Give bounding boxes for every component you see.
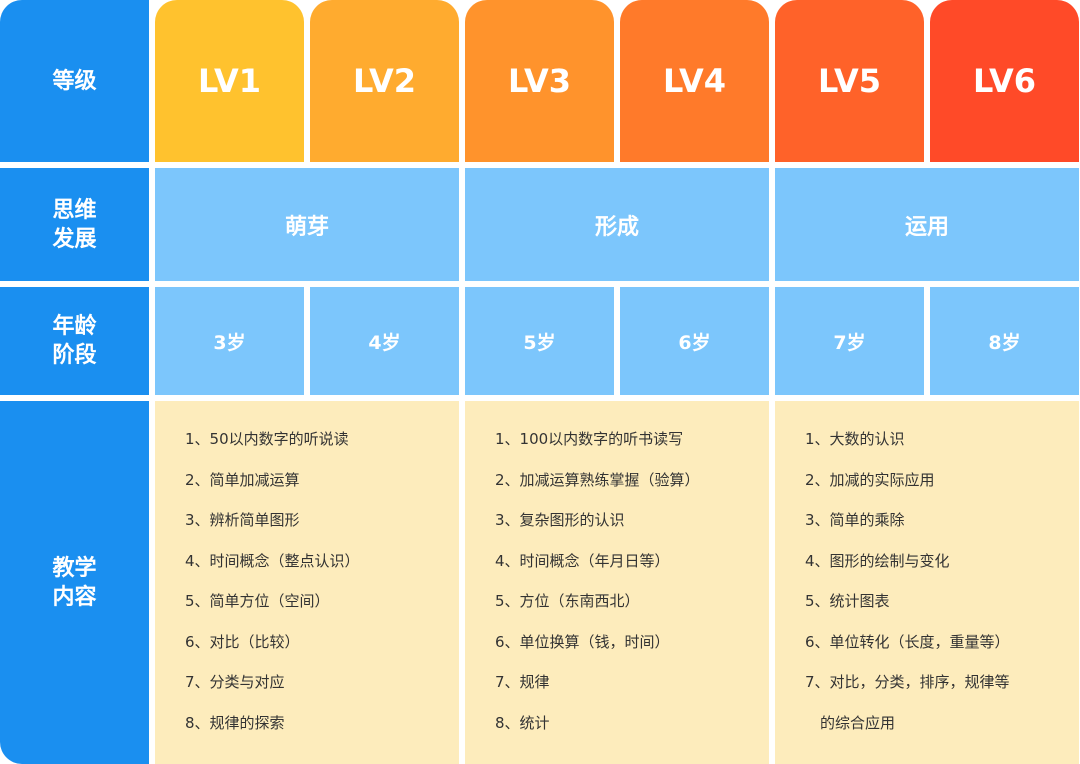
age-label: 4岁 (368, 331, 401, 354)
content-item: 7、规律 (495, 673, 550, 691)
content-item: 4、时间概念（年月日等） (495, 551, 670, 570)
content-item: 3、简单的乘除 (805, 511, 905, 529)
level-label: LV1 (197, 62, 261, 100)
content-item: 7、对比，分类，排序，规律等 (805, 673, 1010, 691)
stage-label: 形成 (594, 214, 639, 240)
age-label: 8岁 (988, 331, 1021, 354)
header-level-label: 等级 (52, 68, 97, 94)
age-cell-5: 7岁 (775, 287, 924, 395)
age-label: 3岁 (213, 331, 246, 354)
content-item: 2、加减的实际应用 (805, 470, 935, 489)
content-item: 6、单位转化（长度，重量等） (805, 632, 1010, 651)
content-item: 6、单位换算（钱，时间） (495, 632, 670, 651)
stage-label: 运用 (904, 214, 949, 240)
level-cell-2: LV2 (310, 0, 459, 162)
header-level: 等级 (0, 0, 149, 162)
stage-label: 萌芽 (284, 214, 329, 240)
level-label: LV5 (817, 62, 881, 100)
content-item: 1、100以内数字的听书读写 (495, 430, 684, 448)
level-cell-4: LV4 (620, 0, 769, 162)
header-teaching-line-2: 内容 (52, 584, 97, 610)
age-cell-6: 8岁 (930, 287, 1079, 395)
age-label: 7岁 (833, 331, 866, 354)
curriculum-table: 等级 LV1 LV2 LV3 LV4 LV5 LV6 思维 发展 萌芽 形成 运… (0, 0, 1080, 764)
level-label: LV6 (972, 62, 1036, 100)
level-cell-6: LV6 (930, 0, 1079, 162)
content-list: 1、100以内数字的听书读写 2、加减运算熟练掌握（验算） 3、复杂图形的认识 … (495, 429, 700, 753)
level-cell-3: LV3 (465, 0, 614, 162)
content-item: 3、辨析简单图形 (185, 511, 300, 529)
content-cell-3: 1、大数的认识 2、加减的实际应用 3、简单的乘除 4、图形的绘制与变化 5、统… (775, 401, 1079, 764)
content-item: 5、方位（东南西北） (495, 592, 640, 610)
header-thinking: 思维 发展 (0, 168, 149, 281)
content-item: 1、大数的认识 (805, 430, 905, 448)
content-item: 7、分类与对应 (185, 673, 285, 691)
level-cell-1: LV1 (155, 0, 304, 162)
content-cell-1: 1、50以内数字的听说读 2、简单加减运算 3、辨析简单图形 4、时间概念（整点… (155, 401, 459, 764)
content-item: 5、简单方位（空间） (185, 592, 330, 610)
content-item: 3、复杂图形的认识 (495, 511, 625, 529)
age-cell-3: 5岁 (465, 287, 614, 395)
age-label: 5岁 (523, 331, 556, 354)
content-item: 5、统计图表 (805, 592, 890, 610)
content-item: 8、统计 (495, 713, 550, 732)
stage-cell-2: 形成 (465, 168, 769, 281)
content-item: 8、规律的探索 (185, 713, 285, 732)
content-list: 1、大数的认识 2、加减的实际应用 3、简单的乘除 4、图形的绘制与变化 5、统… (805, 429, 1010, 753)
header-thinking-line-1: 思维 (52, 197, 97, 223)
level-label: LV2 (352, 62, 416, 100)
header-age-line-2: 阶段 (52, 343, 97, 368)
content-list: 1、50以内数字的听说读 2、简单加减运算 3、辨析简单图形 4、时间概念（整点… (185, 429, 360, 753)
level-label: LV4 (662, 62, 726, 100)
age-cell-4: 6岁 (620, 287, 769, 395)
level-label: LV3 (507, 62, 571, 100)
content-item: 2、简单加减运算 (185, 470, 300, 489)
header-thinking-line-2: 发展 (52, 226, 97, 252)
content-cell-2: 1、100以内数字的听书读写 2、加减运算熟练掌握（验算） 3、复杂图形的认识 … (465, 401, 769, 764)
stage-cell-3: 运用 (775, 168, 1079, 281)
age-cell-1: 3岁 (155, 287, 304, 395)
stage-cell-1: 萌芽 (155, 168, 459, 281)
age-cell-2: 4岁 (310, 287, 459, 395)
content-item: 4、图形的绘制与变化 (805, 551, 950, 570)
content-item: 6、对比（比较） (185, 632, 300, 651)
content-item: 1、50以内数字的听说读 (185, 430, 349, 448)
header-teaching-line-1: 教学 (52, 555, 97, 581)
content-item: 2、加减运算熟练掌握（验算） (495, 470, 700, 489)
header-teaching: 教学 内容 (0, 401, 149, 764)
header-age-line-1: 年龄 (52, 314, 97, 339)
age-label: 6岁 (678, 331, 711, 354)
content-item: 4、时间概念（整点认识） (185, 551, 360, 570)
header-age: 年龄 阶段 (0, 287, 149, 395)
content-item-continuation: 的综合应用 (820, 713, 896, 732)
level-cell-5: LV5 (775, 0, 924, 162)
